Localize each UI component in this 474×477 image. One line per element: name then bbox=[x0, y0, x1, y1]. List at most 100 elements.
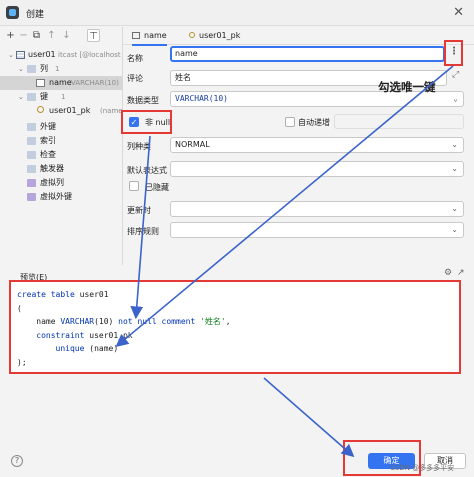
sql-line: unique (name) bbox=[55, 344, 119, 353]
folder-label: 检查 bbox=[40, 150, 56, 159]
add-icon[interactable]: + bbox=[4, 29, 17, 42]
open-external-icon[interactable]: ↗ bbox=[457, 268, 465, 278]
title-bar: 创建 ✕ bbox=[0, 0, 474, 26]
coltype-value: NORMAL bbox=[175, 140, 210, 149]
chevron-down-icon[interactable]: ⌄ bbox=[453, 92, 458, 106]
pin-icon[interactable]: ⊤ bbox=[87, 29, 100, 42]
tab-name[interactable]: name bbox=[132, 27, 167, 46]
tree-item-folder[interactable]: 索引 bbox=[0, 134, 122, 148]
column-icon bbox=[36, 79, 45, 87]
sql-line: ( bbox=[17, 303, 22, 313]
folder-icon bbox=[27, 123, 36, 131]
gear-icon[interactable]: ⚙ bbox=[444, 268, 452, 278]
key-icon bbox=[189, 32, 195, 38]
folder-label: 触发器 bbox=[40, 164, 64, 173]
key-icon bbox=[37, 106, 44, 113]
help-icon[interactable]: ? bbox=[11, 455, 23, 467]
notnull-label: 非 null bbox=[145, 118, 171, 127]
dialog-footer: ? 确定 取消 CSDN @多多多平安 bbox=[0, 440, 474, 477]
coltype-select[interactable]: NORMAL ⌄ bbox=[170, 137, 464, 153]
coltype-label: 列种类 bbox=[127, 142, 151, 151]
watermark: CSDN @多多多平安 bbox=[390, 464, 455, 472]
sql-preview[interactable]: create table user01 ( name VARCHAR(10) n… bbox=[9, 280, 461, 374]
chevron-down-icon[interactable]: ⌄ bbox=[451, 202, 458, 216]
window-title: 创建 bbox=[26, 10, 45, 20]
object-tree: ⌄ user01 itcast [@localhost ⌄ 列 1 name V… bbox=[0, 46, 122, 266]
sql-line: ); bbox=[17, 357, 27, 367]
key-hint: (name) bbox=[100, 107, 122, 115]
chevron-down-icon[interactable]: ⌄ bbox=[451, 162, 458, 176]
datatype-value: VARCHAR(10) bbox=[175, 94, 228, 103]
copy-icon[interactable]: ⧉ bbox=[30, 29, 43, 42]
more-options-button[interactable]: ⋮ bbox=[448, 45, 460, 60]
comment-label: 评论 bbox=[127, 74, 143, 83]
update-select[interactable]: ⌄ bbox=[170, 201, 464, 217]
collation-label: 排序规则 bbox=[127, 227, 159, 236]
keys-label: 键 bbox=[40, 92, 48, 101]
collapse-icon[interactable]: ⌄ bbox=[18, 62, 24, 76]
tree-item-folder[interactable]: 外键 bbox=[0, 120, 122, 134]
tree-item-key-user01-pk[interactable]: user01_pk (name) bbox=[0, 104, 122, 118]
annotation-text: 勾选唯一键 bbox=[378, 80, 436, 94]
collapse-icon[interactable]: ⌄ bbox=[18, 90, 24, 104]
folder-icon bbox=[27, 165, 36, 173]
folder-icon bbox=[27, 137, 36, 145]
sql-line: create table user01 bbox=[17, 290, 109, 299]
default-label: 默认表达式 bbox=[127, 166, 167, 175]
folder-icon bbox=[27, 151, 36, 159]
tree-item-table[interactable]: ⌄ user01 itcast [@localhost bbox=[0, 48, 122, 62]
name-value: name bbox=[175, 49, 198, 58]
datatype-label: 数据类型 bbox=[127, 96, 159, 105]
tab-label: user01_pk bbox=[199, 31, 241, 40]
notnull-checkbox[interactable]: ✓ bbox=[129, 117, 139, 127]
hidden-checkbox[interactable] bbox=[129, 181, 139, 191]
tab-label: name bbox=[144, 31, 167, 40]
expand-icon[interactable]: ⤢ bbox=[452, 70, 459, 80]
hidden-label: 已隐藏 bbox=[145, 183, 169, 192]
tree-toolbar: + − ⧉ ↑ ↓ ⊤ bbox=[0, 27, 122, 45]
folder-label: 外键 bbox=[40, 122, 56, 131]
folder-icon bbox=[27, 65, 36, 73]
columns-label: 列 bbox=[40, 64, 48, 73]
move-down-icon[interactable]: ↓ bbox=[60, 29, 73, 42]
folder-icon bbox=[27, 93, 36, 101]
collation-select[interactable]: ⌄ bbox=[170, 222, 464, 238]
datagrip-app-icon bbox=[6, 6, 19, 19]
tree-item-folder[interactable]: 检查 bbox=[0, 148, 122, 162]
autoinc-field bbox=[334, 114, 464, 129]
folder-icon bbox=[27, 179, 36, 187]
columns-count: 1 bbox=[55, 65, 60, 73]
tree-item-keys[interactable]: ⌄ 键 1 bbox=[0, 90, 122, 104]
tab-bar: name user01_pk bbox=[123, 27, 474, 46]
tree-item-folder[interactable]: 虚拟外键 bbox=[0, 190, 122, 204]
close-icon[interactable]: ✕ bbox=[453, 5, 464, 20]
chevron-down-icon[interactable]: ⌄ bbox=[451, 223, 458, 237]
folder-icon bbox=[27, 193, 36, 201]
tree-item-folder[interactable]: 虚拟列 bbox=[0, 176, 122, 190]
key-name: user01_pk bbox=[49, 106, 91, 115]
keys-count: 1 bbox=[61, 93, 66, 101]
tree-item-column-name[interactable]: name VARCHAR(10) bbox=[0, 76, 122, 90]
default-select[interactable]: ⌄ bbox=[170, 161, 464, 177]
tree-item-folder[interactable]: 触发器 bbox=[0, 162, 122, 176]
sql-line: name VARCHAR(10) not null comment '姓名', bbox=[17, 317, 231, 326]
autoinc-label: 自动递增 bbox=[298, 118, 330, 127]
remove-icon[interactable]: − bbox=[17, 29, 30, 42]
table-hint: itcast [@localhost bbox=[58, 51, 121, 59]
sql-line: constraint user01_pk bbox=[36, 330, 133, 340]
name-label: 名称 bbox=[127, 54, 143, 63]
autoinc-checkbox[interactable] bbox=[285, 117, 295, 127]
column-hint: VARCHAR(10) bbox=[71, 79, 119, 87]
panel-splitter[interactable] bbox=[122, 27, 123, 265]
tree-item-columns[interactable]: ⌄ 列 1 bbox=[0, 62, 122, 76]
chevron-down-icon[interactable]: ⌄ bbox=[451, 138, 458, 152]
name-input[interactable]: name bbox=[170, 46, 445, 62]
collapse-icon[interactable]: ⌄ bbox=[8, 48, 14, 62]
column-icon bbox=[132, 32, 140, 39]
comment-value: 姓名 bbox=[175, 73, 191, 82]
folder-label: 虚拟外键 bbox=[40, 192, 72, 201]
table-icon bbox=[16, 51, 25, 59]
tab-user01-pk[interactable]: user01_pk bbox=[189, 27, 240, 45]
table-name: user01 bbox=[28, 50, 56, 59]
move-up-icon[interactable]: ↑ bbox=[45, 29, 58, 42]
